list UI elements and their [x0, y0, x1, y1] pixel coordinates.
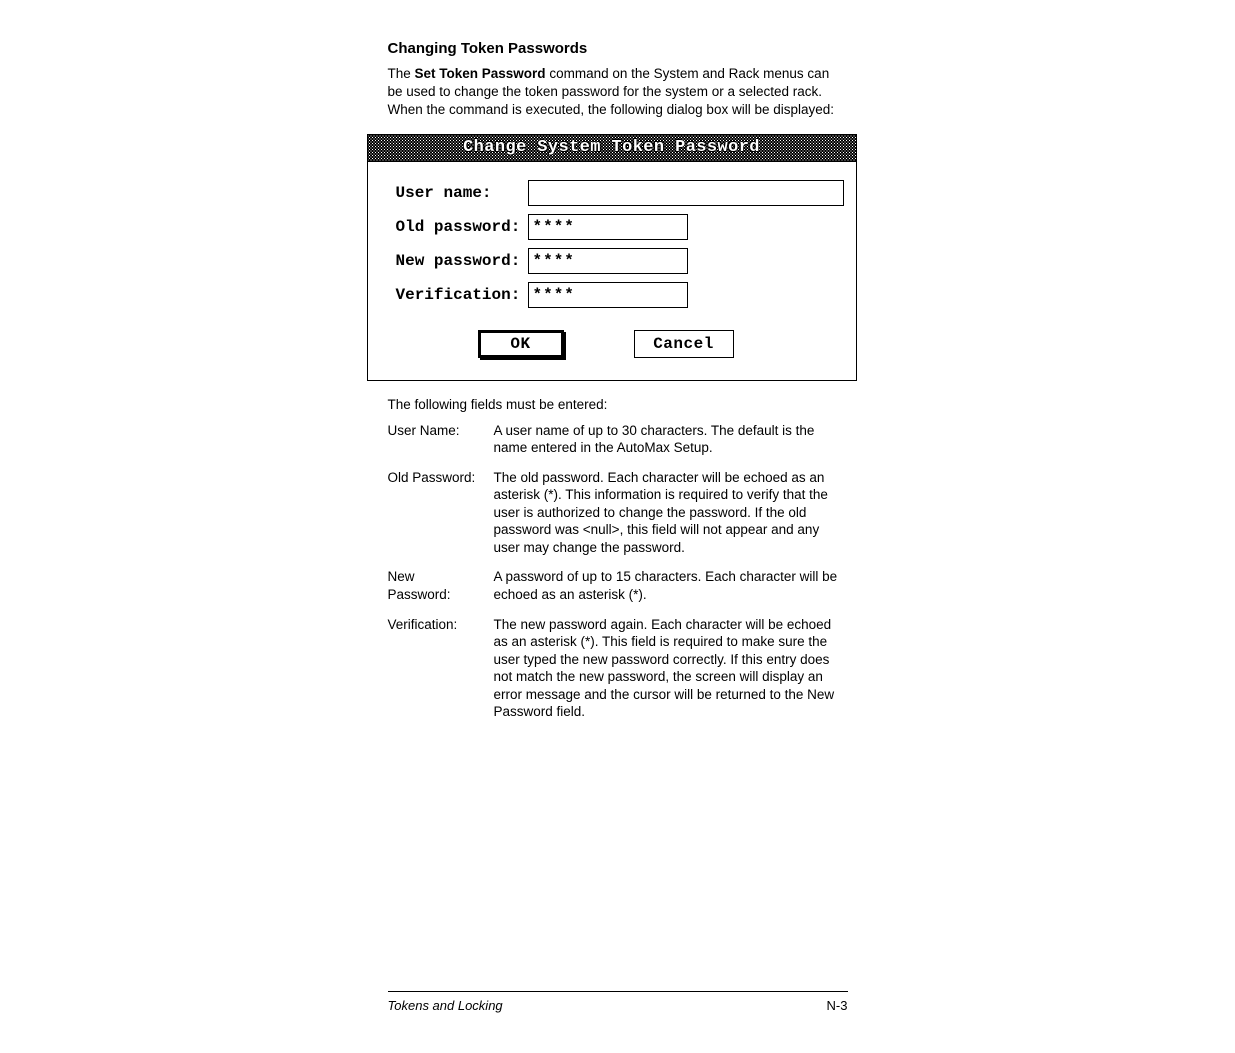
username-row: User name: — [396, 180, 844, 206]
username-label: User name: — [396, 184, 528, 202]
oldpass-row: Old password: **** — [396, 214, 844, 240]
footer-right: N-3 — [827, 998, 848, 1013]
footer-left: Tokens and Locking — [388, 998, 827, 1013]
def-verify-term: Verification: — [388, 616, 480, 721]
def-newpass-term: New Password: — [388, 568, 480, 603]
password-dialog: Change System Token Password User name: … — [367, 134, 857, 381]
def-oldpass-term: Old Password: — [388, 469, 480, 557]
def-oldpass-desc: The old password. Each character will be… — [494, 469, 848, 557]
cancel-button[interactable]: Cancel — [634, 330, 734, 358]
def-oldpass: Old Password: The old password. Each cha… — [388, 469, 848, 557]
verify-row: Verification: **** — [396, 282, 844, 308]
ok-button[interactable]: OK — [478, 330, 564, 358]
def-username: User Name: A user name of up to 30 chara… — [388, 422, 848, 457]
intro-paragraph: The Set Token Password command on the Sy… — [388, 65, 848, 120]
oldpass-input[interactable]: **** — [528, 214, 688, 240]
oldpass-label: Old password: — [396, 218, 528, 236]
dialog-buttons: OK Cancel — [368, 330, 844, 358]
fields-intro: The following fields must be entered: — [388, 397, 848, 412]
def-verify: Verification: The new password again. Ea… — [388, 616, 848, 721]
intro-command: Set Token Password — [415, 66, 546, 81]
def-username-desc: A user name of up to 30 characters. The … — [494, 422, 848, 457]
username-input[interactable] — [528, 180, 844, 206]
section-heading: Changing Token Passwords — [388, 40, 848, 57]
dialog-body: User name: Old password: **** New passwo… — [368, 162, 856, 358]
intro-prefix: The — [388, 66, 415, 81]
newpass-input[interactable]: **** — [528, 248, 688, 274]
def-newpass-desc: A password of up to 15 characters. Each … — [494, 568, 848, 603]
verify-input[interactable]: **** — [528, 282, 688, 308]
newpass-row: New password: **** — [396, 248, 844, 274]
verify-label: Verification: — [396, 286, 528, 304]
newpass-label: New password: — [396, 252, 528, 270]
page-footer: Tokens and Locking N-3 — [388, 991, 848, 1013]
dialog-title: Change System Token Password — [368, 135, 856, 162]
def-newpass: New Password: A password of up to 15 cha… — [388, 568, 848, 603]
def-username-term: User Name: — [388, 422, 480, 457]
def-verify-desc: The new password again. Each character w… — [494, 616, 848, 721]
